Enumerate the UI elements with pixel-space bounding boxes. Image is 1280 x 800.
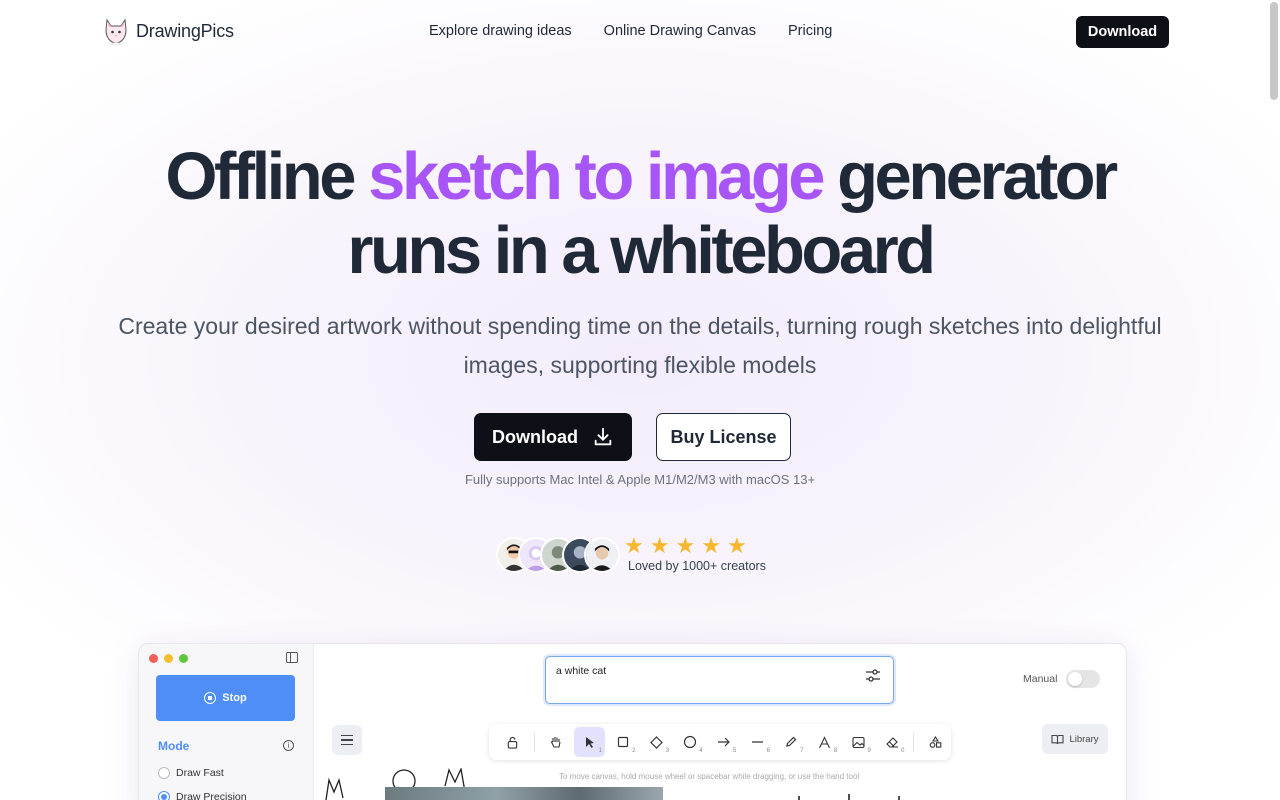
radio-draw-precision[interactable] (158, 791, 170, 800)
sidebar-toggle-icon[interactable] (286, 652, 298, 663)
hero-title-line2: runs in a whiteboard (347, 213, 936, 288)
cat-logo-icon (105, 18, 127, 46)
image-icon[interactable]: 9 (843, 727, 874, 757)
star-icon: ★ (701, 533, 721, 558)
tool-number: 9 (867, 748, 871, 754)
creator-avatars (496, 537, 620, 575)
buy-license-button[interactable]: Buy License (656, 413, 791, 461)
nav-download-button[interactable]: Download (1076, 16, 1169, 48)
stop-label: Stop (222, 692, 247, 704)
manual-toggle[interactable] (1066, 670, 1100, 688)
prompt-value: a white cat (556, 665, 607, 677)
radio-draw-fast-label: Draw Fast (176, 767, 224, 779)
download-icon (594, 427, 612, 446)
window-controls (149, 654, 188, 663)
star-icon: ★ (624, 533, 644, 558)
support-note: Fully supports Mac Intel & Apple M1/M2/M… (464, 472, 816, 487)
close-window-icon[interactable] (149, 654, 158, 663)
loved-by-text: Loved by 1000+ creators (628, 559, 766, 573)
brand-name: DrawingPics (136, 20, 234, 41)
tool-number: 8 (833, 748, 838, 754)
hero-download-button[interactable]: Download (474, 413, 632, 461)
drawing-toolbar: 1 2 3 4 5 6 7 8 9 0 (489, 724, 951, 760)
rating-stars: ★ ★ ★ ★ ★ (624, 535, 747, 557)
avatar (584, 537, 620, 573)
eraser-icon[interactable]: 0 (877, 727, 908, 757)
minimize-window-icon[interactable] (164, 654, 173, 663)
tool-number: 4 (699, 748, 703, 754)
hero-title: Offline sketch to image generator runs i… (0, 140, 1280, 288)
nav-link-online-drawing-canvas[interactable]: Online Drawing Canvas (604, 23, 756, 39)
hand-icon[interactable] (541, 727, 572, 757)
rectangle-icon[interactable]: 2 (608, 727, 639, 757)
page-scrollbar[interactable] (1270, 2, 1278, 100)
text-icon[interactable]: 8 (810, 727, 841, 757)
radio-draw-precision-label: Draw Precision (176, 791, 247, 800)
canvas-handwriting (798, 794, 936, 800)
arrow-icon[interactable]: 5 (709, 727, 740, 757)
radio-draw-fast[interactable] (158, 767, 170, 779)
tool-number: 1 (598, 748, 602, 754)
nav-link-pricing[interactable]: Pricing (788, 23, 832, 39)
app-sidebar: Stop Mode i Draw Fast Draw Precision (139, 644, 314, 800)
zoom-window-icon[interactable] (179, 654, 188, 663)
library-button[interactable]: Library (1042, 724, 1108, 754)
prompt-input[interactable]: a white cat (545, 656, 894, 704)
select-arrow-icon[interactable]: 1 (574, 727, 605, 757)
hero-title-post: generator (822, 139, 1118, 214)
pencil-icon[interactable]: 7 (776, 727, 807, 757)
hero-title-highlight: sketch to image (368, 139, 825, 214)
book-icon (1051, 734, 1065, 744)
info-icon[interactable]: i (283, 740, 294, 751)
brand-logo[interactable]: DrawingPics (102, 16, 234, 46)
shapes-icon[interactable] (920, 727, 951, 757)
tool-number: 3 (665, 748, 670, 754)
canvas-hint: To move canvas, hold mouse wheel or spac… (559, 772, 860, 781)
stop-button[interactable]: Stop (156, 675, 295, 721)
mode-label: Mode (158, 739, 190, 753)
star-icon: ★ (675, 533, 696, 558)
stop-icon (204, 692, 217, 704)
line-icon[interactable]: 6 (742, 727, 773, 757)
sliders-icon[interactable] (865, 668, 881, 684)
hero-subtitle: Create your desired artwork without spen… (118, 313, 1162, 378)
star-icon: ★ (649, 533, 670, 558)
top-nav: DrawingPics Explore drawing ideas Online… (0, 0, 1280, 64)
generated-image (385, 787, 663, 800)
tool-number: 6 (766, 748, 770, 754)
tool-number: 0 (901, 748, 905, 754)
tool-number: 5 (733, 748, 737, 754)
tool-number: 7 (800, 748, 804, 754)
tool-number: 2 (632, 748, 636, 754)
nav-link-explore-drawing-ideas[interactable]: Explore drawing ideas (429, 23, 572, 39)
diamond-icon[interactable]: 3 (641, 727, 672, 757)
app-preview-window: Stop Mode i Draw Fast Draw Precision a w… (138, 643, 1127, 800)
lock-icon[interactable] (497, 727, 528, 757)
star-icon: ★ (726, 533, 747, 558)
hero-title-pre: Offline (165, 139, 369, 214)
library-label: Library (1069, 733, 1099, 745)
manual-label: Manual (1023, 673, 1058, 685)
menu-button[interactable] (332, 725, 362, 755)
hero-download-label: Download (492, 426, 578, 447)
nav-links: Explore drawing ideas Online Drawing Can… (429, 23, 832, 39)
ellipse-icon[interactable]: 4 (675, 727, 706, 757)
